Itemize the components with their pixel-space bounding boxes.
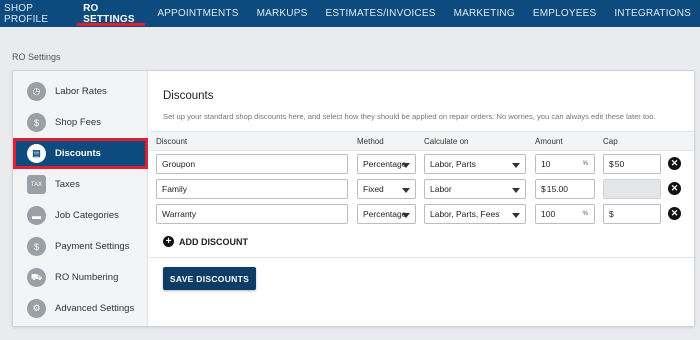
tab-ro-settings[interactable]: RO SETTINGS xyxy=(74,0,148,27)
tax-icon: TAX xyxy=(27,175,46,194)
amount-value: 10 xyxy=(541,159,551,169)
sidebar-item-job-categories[interactable]: ▬ Job Categories xyxy=(13,200,148,231)
table-row: Warranty Percentage Labor, Parts, Fees 1… xyxy=(149,204,694,228)
sidebar-item-label: Payment Settings xyxy=(55,241,130,252)
dollar-prefix: $ xyxy=(609,209,614,219)
sidebar-item-label: RO Numbering xyxy=(55,272,119,283)
sidebar-item-labor-rates[interactable]: ◷ Labor Rates xyxy=(13,76,148,107)
add-discount-label: ADD DISCOUNT xyxy=(179,236,248,247)
sidebar-item-label: Shop Fees xyxy=(55,117,101,128)
method-select[interactable]: Fixed xyxy=(357,179,416,199)
settings-card: ◷ Labor Rates $ Shop Fees ▤ Discounts TA… xyxy=(12,70,695,327)
amount-input[interactable]: $15.00 xyxy=(535,179,595,199)
stopwatch-icon: ◷ xyxy=(27,82,46,101)
folder-icon: ▬ xyxy=(27,206,46,225)
discount-name-input[interactable]: Family xyxy=(156,179,348,199)
cap-input[interactable]: $ xyxy=(603,204,661,224)
sidebar-item-taxes[interactable]: TAX Taxes xyxy=(13,169,148,200)
cap-input[interactable]: $50 xyxy=(603,154,661,174)
table-row: Family Fixed Labor $15.00 ✕ xyxy=(149,179,694,203)
method-value: Percentage xyxy=(363,209,407,219)
tab-shop-profile[interactable]: SHOP PROFILE xyxy=(0,0,74,27)
top-nav: SHOP PROFILE RO SETTINGS APPOINTMENTS MA… xyxy=(0,0,700,27)
amount-input[interactable]: 100% xyxy=(535,204,595,224)
table-row: Groupon Percentage Labor, Parts 10% $50 … xyxy=(149,154,694,178)
column-header-discount: Discount xyxy=(156,137,188,146)
sidebar-item-label: Labor Rates xyxy=(55,86,107,97)
dollar-prefix: $ xyxy=(609,159,614,169)
car-icon: ⛟ xyxy=(27,268,46,287)
table-header: Discount Method Calculate on Amount Cap xyxy=(149,131,694,151)
column-header-cap: Cap xyxy=(603,137,618,146)
sidebar-item-payment-settings[interactable]: $ Payment Settings xyxy=(13,231,148,262)
method-value: Percentage xyxy=(363,159,407,169)
section-label: RO Settings xyxy=(12,52,61,62)
percent-suffix: % xyxy=(582,161,588,167)
gear-icon: ⚙ xyxy=(27,299,46,318)
dollar-icon: $ xyxy=(27,237,46,256)
tab-appointments[interactable]: APPOINTMENTS xyxy=(148,0,247,27)
sidebar-item-label: Discounts xyxy=(55,148,101,159)
sidebar-item-label: Advanced Settings xyxy=(55,303,135,314)
discount-name-value: Family xyxy=(162,184,188,194)
sidebar-item-label: Taxes xyxy=(55,179,80,190)
cap-value: 50 xyxy=(614,159,625,169)
add-discount-button[interactable]: + ADD DISCOUNT xyxy=(163,236,248,247)
calculate-on-value: Labor, Parts, Fees xyxy=(430,209,500,219)
settings-sidebar: ◷ Labor Rates $ Shop Fees ▤ Discounts TA… xyxy=(13,71,148,326)
remove-discount-icon[interactable]: ✕ xyxy=(668,207,681,220)
discount-name-value: Warranty xyxy=(162,209,197,219)
sidebar-item-ro-numbering[interactable]: ⛟ RO Numbering xyxy=(13,262,148,293)
calculate-on-select[interactable]: Labor, Parts, Fees xyxy=(424,204,526,224)
amount-value: 100 xyxy=(541,209,556,219)
sidebar-item-label: Job Categories xyxy=(55,210,119,221)
cap-input xyxy=(603,179,661,199)
tab-markups[interactable]: MARKUPS xyxy=(248,0,317,27)
method-select[interactable]: Percentage xyxy=(357,154,416,174)
dollar-prefix: $ xyxy=(541,184,546,194)
save-discounts-button[interactable]: SAVE DISCOUNTS xyxy=(163,267,256,290)
tab-estimates-invoices[interactable]: ESTIMATES/INVOICES xyxy=(316,0,444,27)
discount-name-input[interactable]: Warranty xyxy=(156,204,348,224)
tab-marketing[interactable]: MARKETING xyxy=(445,0,524,27)
column-header-method: Method xyxy=(357,137,384,146)
sidebar-item-discounts[interactable]: ▤ Discounts xyxy=(13,138,148,169)
sidebar-item-shop-fees[interactable]: $ Shop Fees xyxy=(13,107,148,138)
plus-icon: + xyxy=(163,236,174,247)
sidebar-item-advanced-settings[interactable]: ⚙ Advanced Settings xyxy=(13,293,148,324)
page-title: Discounts xyxy=(163,90,214,102)
calculate-on-select[interactable]: Labor, Parts xyxy=(424,154,526,174)
page-description: Set up your standard shop discounts here… xyxy=(163,112,656,121)
remove-discount-icon[interactable]: ✕ xyxy=(668,157,681,170)
discount-name-value: Groupon xyxy=(162,159,196,169)
discount-tag-icon: ▤ xyxy=(27,144,46,163)
calculate-on-value: Labor, Parts xyxy=(430,159,476,169)
calculate-on-value: Labor xyxy=(430,184,452,194)
remove-discount-icon[interactable]: ✕ xyxy=(668,182,681,195)
method-value: Fixed xyxy=(363,184,384,194)
calculate-on-select[interactable]: Labor xyxy=(424,179,526,199)
method-select[interactable]: Percentage xyxy=(357,204,416,224)
amount-input[interactable]: 10% xyxy=(535,154,595,174)
column-header-amount: Amount xyxy=(535,137,563,146)
tab-employees[interactable]: EMPLOYEES xyxy=(524,0,606,27)
money-hand-icon: $ xyxy=(27,113,46,132)
column-header-calculate-on: Calculate on xyxy=(424,137,469,146)
discount-name-input[interactable]: Groupon xyxy=(156,154,348,174)
tab-integrations[interactable]: INTEGRATIONS xyxy=(605,0,700,27)
discounts-panel: Discounts Set up your standard shop disc… xyxy=(149,71,694,326)
divider xyxy=(149,257,694,258)
amount-value: 15.00 xyxy=(546,184,569,194)
percent-suffix: % xyxy=(582,211,588,217)
